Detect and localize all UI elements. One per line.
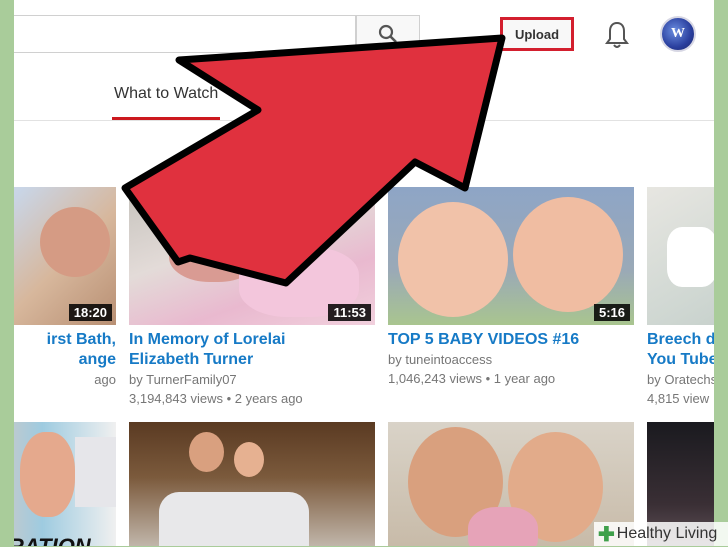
video-stats: ago	[94, 372, 116, 387]
tab-music[interactable]: c	[434, 70, 446, 120]
video-title[interactable]: Breech deYou Tube	[647, 330, 714, 370]
video-stats: 3,194,843 views • 2 years ago	[129, 391, 303, 406]
notifications-bell-icon[interactable]	[604, 20, 630, 50]
video-duration: 18:20	[68, 304, 112, 321]
account-avatar[interactable]: W	[660, 16, 696, 52]
video-title[interactable]: TOP 5 BABY VIDEOS #16	[388, 330, 634, 350]
video-card[interactable]: Breech deYou Tube by Oratechs 4,815 view	[647, 187, 714, 408]
video-channel[interactable]: by TurnerFamily07	[129, 370, 375, 389]
video-thumbnail[interactable]: 11:53	[129, 187, 375, 325]
video-stats: 1,046,243 views • 1 year ago	[388, 371, 556, 386]
video-card[interactable]: 5:16 TOP 5 BABY VIDEOS #16 by tuneintoac…	[388, 187, 634, 388]
video-stats: 4,815 view	[647, 391, 710, 406]
video-title[interactable]: In Memory of Lorelai Elizabeth Turner	[129, 330, 375, 370]
video-thumbnail[interactable]: RATION	[14, 422, 116, 546]
masthead: Upload W	[14, 0, 714, 70]
video-feed: 18:20 irst Bath, ange ago 11:53 In Memory…	[14, 121, 714, 546]
thumbnail-overlay-text: RATION	[14, 534, 116, 546]
plus-logo-icon: ✚	[598, 523, 615, 546]
video-card[interactable]: 11:53 In Memory of Lorelai Elizabeth Turn…	[129, 187, 375, 408]
video-thumbnail[interactable]	[129, 422, 375, 546]
video-title[interactable]: irst Bath, ange	[14, 330, 116, 370]
watermark-label: Healthy Living	[616, 525, 718, 542]
video-thumbnail[interactable]: 18:20	[14, 187, 116, 325]
video-card[interactable]	[129, 422, 375, 546]
video-thumbnail[interactable]	[647, 187, 714, 325]
video-thumbnail[interactable]: 5:16	[388, 187, 634, 325]
tab-what-to-watch[interactable]: What to Watch	[112, 70, 221, 120]
healthy-living-watermark: ✚ Healthy Living	[594, 522, 728, 546]
video-duration: 11:53	[328, 304, 371, 321]
youtube-window: Upload W What to Watch c 18:20 irst Bath…	[14, 0, 714, 546]
video-channel[interactable]: by tuneintoaccess	[388, 350, 634, 369]
video-duration: 5:16	[593, 304, 630, 321]
video-card[interactable]: 18:20 irst Bath, ange ago	[14, 187, 116, 389]
guide-tabs: What to Watch c	[14, 70, 714, 121]
video-channel[interactable]: by Oratechs	[647, 370, 714, 389]
search-input[interactable]	[14, 15, 356, 53]
upload-button[interactable]: Upload	[500, 17, 574, 51]
search-button[interactable]	[356, 15, 420, 53]
search-icon	[378, 24, 397, 43]
video-card[interactable]: RATION	[14, 422, 116, 546]
